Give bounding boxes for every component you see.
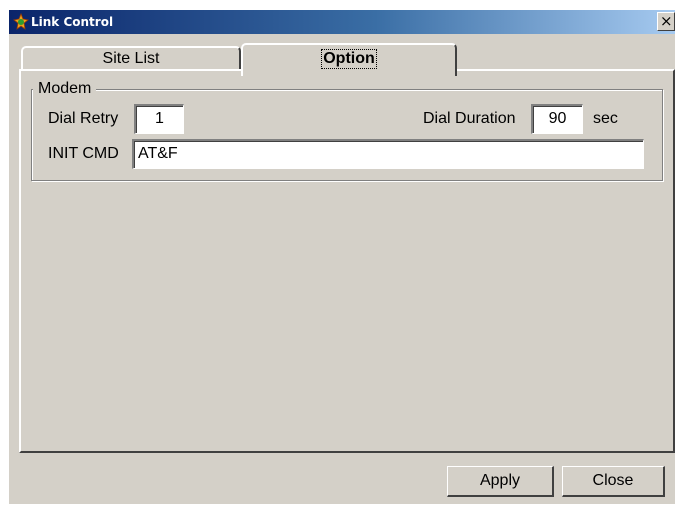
init-cmd-label: INIT CMD <box>48 145 119 162</box>
window-close-button[interactable]: × <box>657 12 675 31</box>
dial-retry-input[interactable]: 1 <box>134 104 184 134</box>
modem-group-label: Modem <box>33 80 97 98</box>
modem-groupbox: Dial Retry 1 Dial Duration 90 sec INIT C… <box>31 89 663 181</box>
tab-option-label: Option <box>321 49 377 69</box>
dial-duration-unit: sec <box>593 110 618 127</box>
dial-duration-label: Dial Duration <box>423 110 516 127</box>
dial-retry-label: Dial Retry <box>48 110 119 127</box>
close-icon: × <box>660 12 673 30</box>
close-button[interactable]: Close <box>562 466 665 497</box>
window-title: Link Control <box>31 15 114 29</box>
init-cmd-input[interactable]: AT&F <box>132 139 644 169</box>
link-control-window: Link Control × Site List Option Modem Di… <box>9 10 675 504</box>
dial-duration-input[interactable]: 90 <box>531 104 583 134</box>
tab-site-list[interactable]: Site List <box>21 46 241 70</box>
title-bar[interactable]: Link Control × <box>9 10 675 34</box>
apply-button[interactable]: Apply <box>447 466 554 497</box>
tab-option[interactable]: Option <box>241 43 457 76</box>
tab-site-list-label: Site List <box>102 50 160 67</box>
option-tab-panel: Modem Dial Retry 1 Dial Duration 90 sec … <box>19 69 675 453</box>
link-app-icon <box>13 13 29 30</box>
